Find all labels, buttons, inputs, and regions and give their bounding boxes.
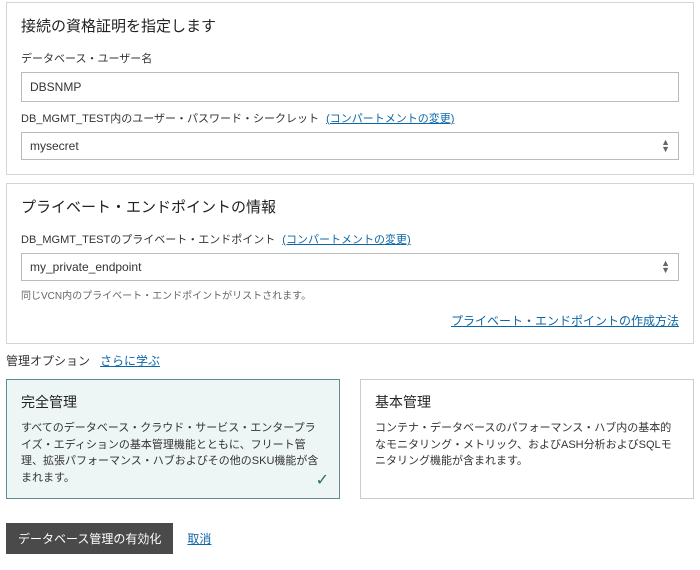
option-full-title: 完全管理	[21, 392, 325, 412]
endpoint-label-row: DB_MGMT_TESTのプライベート・エンドポイント (コンパートメントの変更…	[21, 231, 679, 247]
management-options-row: 管理オプション さらに学ぶ	[6, 352, 694, 369]
option-full-management[interactable]: 完全管理 すべてのデータベース・クラウド・サービス・エンタープライズ・エディショ…	[6, 379, 340, 499]
secret-label-prefix: DB_MGMT_TEST内のユーザー・パスワード・シークレット	[21, 113, 319, 125]
management-options-cards: 完全管理 すべてのデータベース・クラウド・サービス・エンタープライズ・エディショ…	[6, 379, 694, 499]
footer-actions: データベース管理の有効化 取消	[6, 523, 694, 554]
secret-label-row: DB_MGMT_TEST内のユーザー・パスワード・シークレット (コンパートメン…	[21, 110, 679, 126]
option-basic-management[interactable]: 基本管理 コンテナ・データベースのパフォーマンス・ハブ内の基本的なモニタリング・…	[360, 379, 694, 499]
endpoint-panel: プライベート・エンドポイントの情報 DB_MGMT_TESTのプライベート・エン…	[6, 183, 694, 344]
endpoint-title: プライベート・エンドポイントの情報	[21, 196, 679, 217]
credentials-title: 接続の資格証明を指定します	[21, 15, 679, 36]
credentials-panel: 接続の資格証明を指定します データベース・ユーザー名 DB_MGMT_TEST内…	[6, 2, 694, 175]
db-user-input[interactable]	[21, 72, 679, 102]
endpoint-select-value: my_private_endpoint	[30, 260, 141, 274]
management-options-label: 管理オプション	[6, 352, 90, 369]
enable-db-management-button[interactable]: データベース管理の有効化	[6, 523, 173, 554]
cancel-link[interactable]: 取消	[187, 530, 211, 547]
option-full-desc: すべてのデータベース・クラウド・サービス・エンタープライズ・エディションの基本管…	[21, 420, 325, 486]
checkmark-icon: ✓	[316, 470, 329, 490]
change-compartment-link-1[interactable]: (コンパートメントの変更)	[326, 113, 454, 125]
secret-select-value: mysecret	[30, 139, 79, 153]
chevron-updown-icon: ▲▼	[661, 260, 670, 274]
option-basic-desc: コンテナ・データベースのパフォーマンス・ハブ内の基本的なモニタリング・メトリック…	[375, 420, 679, 470]
chevron-updown-icon: ▲▼	[661, 139, 670, 153]
endpoint-select[interactable]: my_private_endpoint ▲▼	[21, 253, 679, 281]
learn-more-link[interactable]: さらに学ぶ	[100, 352, 160, 369]
change-compartment-link-2[interactable]: (コンパートメントの変更)	[282, 234, 410, 246]
db-user-label: データベース・ユーザー名	[21, 50, 679, 66]
option-basic-title: 基本管理	[375, 392, 679, 412]
secret-select[interactable]: mysecret ▲▼	[21, 132, 679, 160]
endpoint-label-prefix: DB_MGMT_TESTのプライベート・エンドポイント	[21, 234, 275, 246]
create-endpoint-link[interactable]: プライベート・エンドポイントの作成方法	[451, 314, 679, 328]
endpoint-helper: 同じVCN内のプライベート・エンドポイントがリストされます。	[21, 287, 679, 302]
